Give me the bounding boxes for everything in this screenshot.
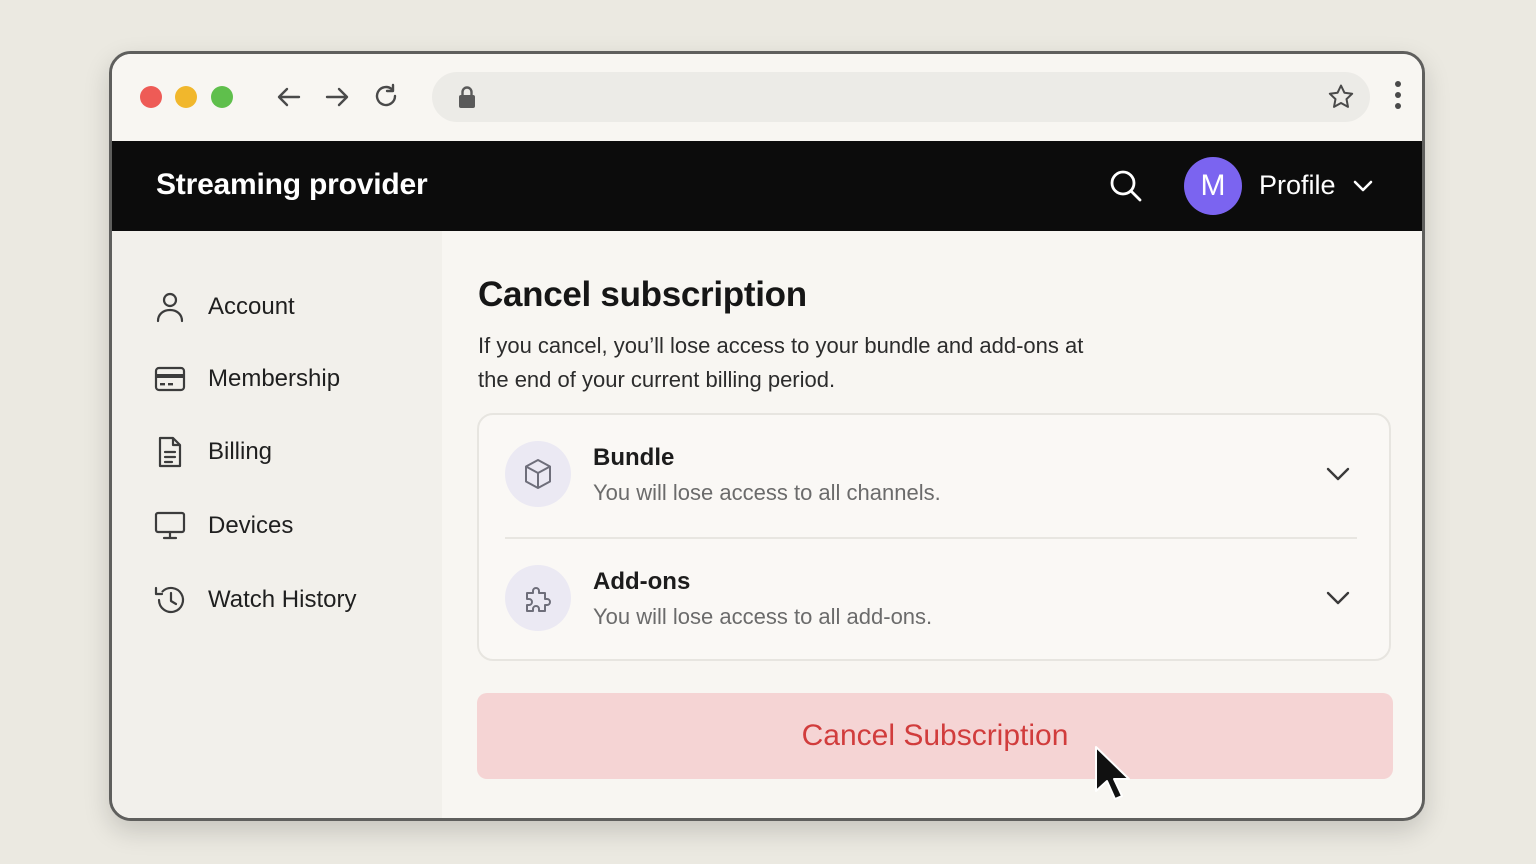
more-menu-icon[interactable] [1394, 80, 1402, 115]
sidebar-item-watch-history[interactable]: Watch History [152, 578, 432, 622]
monitor-icon [152, 508, 188, 544]
brand-title[interactable]: Streaming provider [156, 168, 428, 202]
lock-icon [456, 85, 478, 114]
sidebar-item-membership[interactable]: Membership [152, 357, 432, 401]
user-icon [152, 289, 188, 325]
document-icon [152, 434, 188, 470]
sidebar: Account Membership Billing Devices Watch… [112, 231, 442, 818]
sidebar-item-account[interactable]: Account [152, 285, 432, 329]
avatar[interactable]: M [1184, 157, 1242, 215]
forward-arrow-icon[interactable] [320, 80, 354, 114]
sidebar-item-label: Watch History [208, 586, 357, 613]
chevron-down-icon[interactable] [1325, 585, 1351, 616]
sidebar-item-label: Membership [208, 365, 341, 392]
reload-icon[interactable] [369, 80, 403, 114]
minimize-window-button[interactable] [175, 86, 197, 108]
history-icon [152, 582, 188, 618]
browser-toolbar [112, 54, 1422, 141]
subscription-items-card: Bundle You will lose access to all chann… [477, 413, 1391, 661]
list-item-add-ons[interactable]: Add-ons You will lose access to all add-… [479, 539, 1389, 661]
bookmark-star-icon[interactable] [1326, 82, 1356, 117]
page-title: Cancel subscription [478, 275, 807, 314]
chevron-down-icon[interactable] [1325, 461, 1351, 492]
box-icon [505, 441, 571, 507]
mouse-pointer-icon [1093, 745, 1133, 810]
sidebar-item-label: Account [208, 293, 295, 320]
page-description: If you cancel, you’ll lose access to you… [478, 333, 1084, 392]
address-bar[interactable] [432, 72, 1370, 122]
sidebar-item-label: Devices [208, 512, 294, 539]
browser-window: Streaming provider M Profile Account Mem… [109, 51, 1425, 821]
item-subtitle: You will lose access to all channels. [593, 480, 941, 505]
sidebar-item-devices[interactable]: Devices [152, 504, 432, 548]
item-title: Bundle [593, 444, 675, 471]
app-header: Streaming provider M Profile [112, 141, 1422, 231]
puzzle-icon [505, 565, 571, 631]
item-title: Add-ons [593, 568, 691, 595]
chevron-down-icon[interactable] [1352, 175, 1374, 202]
main-content: Cancel subscription If you cancel, you’l… [442, 231, 1422, 818]
cancel-subscription-button[interactable]: Cancel Subscription [477, 693, 1393, 779]
maximize-window-button[interactable] [211, 86, 233, 108]
close-window-button[interactable] [140, 86, 162, 108]
sidebar-item-billing[interactable]: Billing [152, 430, 432, 474]
sidebar-item-label: Billing [208, 438, 273, 465]
list-item-bundle[interactable]: Bundle You will lose access to all chann… [479, 415, 1389, 537]
back-arrow-icon[interactable] [272, 80, 306, 114]
search-icon[interactable] [1108, 168, 1144, 204]
credit-card-icon [152, 361, 188, 397]
item-subtitle: You will lose access to all add-ons. [593, 604, 933, 629]
profile-menu-label[interactable]: Profile [1259, 170, 1336, 201]
